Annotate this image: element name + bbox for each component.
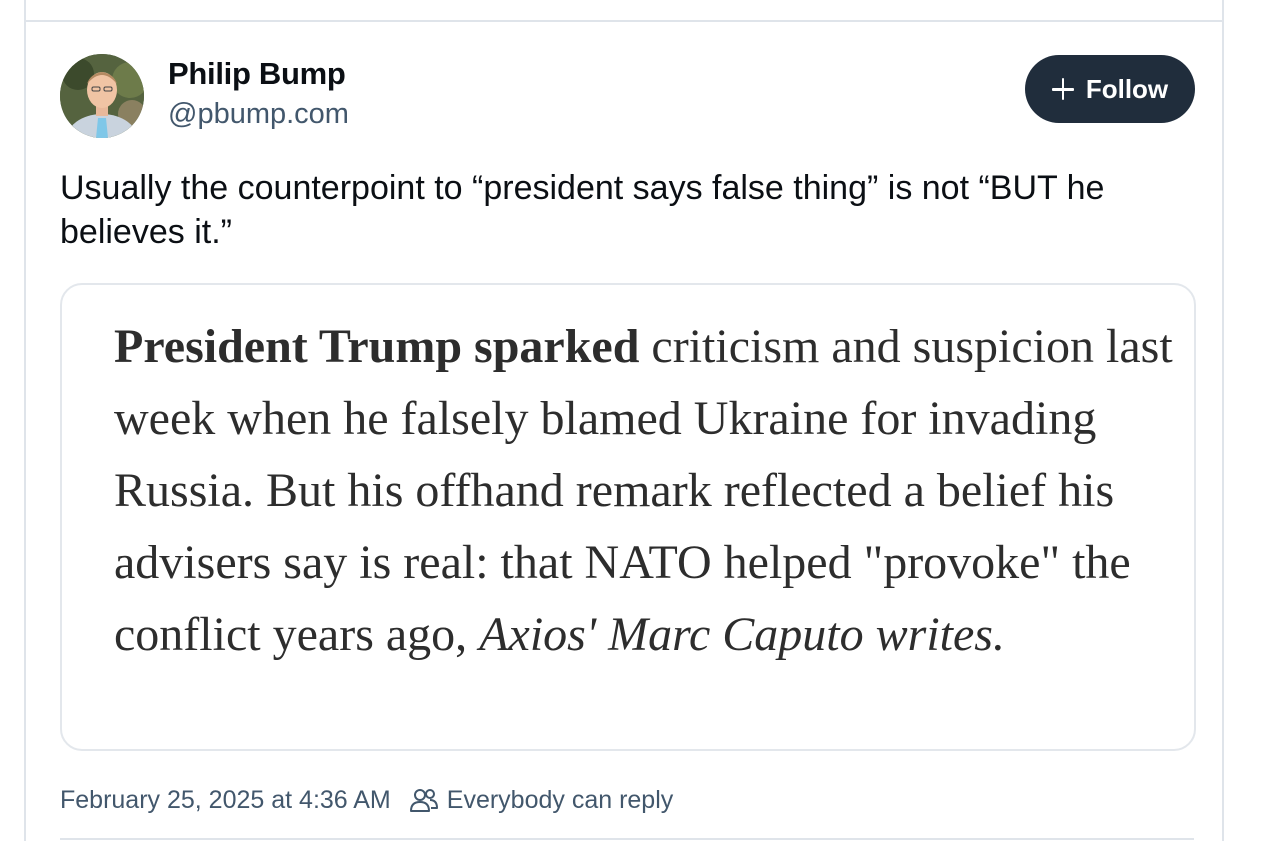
people-icon [409, 789, 438, 812]
author-handle[interactable]: @pbump.com [168, 98, 349, 131]
quote-bold-lead: President Trump sparked [114, 320, 640, 373]
post-column: Philip Bump @pbump.com Follow Usually th… [24, 0, 1224, 841]
post-timestamp[interactable]: February 25, 2025 at 4:36 AM [60, 786, 391, 815]
post-meta: February 25, 2025 at 4:36 AM Everybody c… [60, 784, 673, 816]
quote-italic-tail: Axios' Marc Caputo writes. [479, 608, 1005, 661]
post-text: Usually the counterpoint to “president s… [60, 169, 1105, 251]
plus-icon [1051, 78, 1074, 100]
avatar[interactable] [60, 54, 144, 138]
follow-button-label: Follow [1085, 73, 1169, 104]
top-divider [26, 20, 1222, 22]
post-image[interactable]: President Trump sparked criticism and su… [60, 283, 1196, 751]
bottom-divider [60, 838, 1194, 840]
quoted-article-text: President Trump sparked criticism and su… [114, 311, 1174, 671]
follow-button[interactable]: Follow [1025, 55, 1195, 123]
reply-setting[interactable]: Everybody can reply [447, 786, 674, 815]
page: Philip Bump @pbump.com Follow Usually th… [0, 0, 1266, 841]
avatar-image [60, 54, 144, 138]
author-name[interactable]: Philip Bump [168, 56, 346, 92]
